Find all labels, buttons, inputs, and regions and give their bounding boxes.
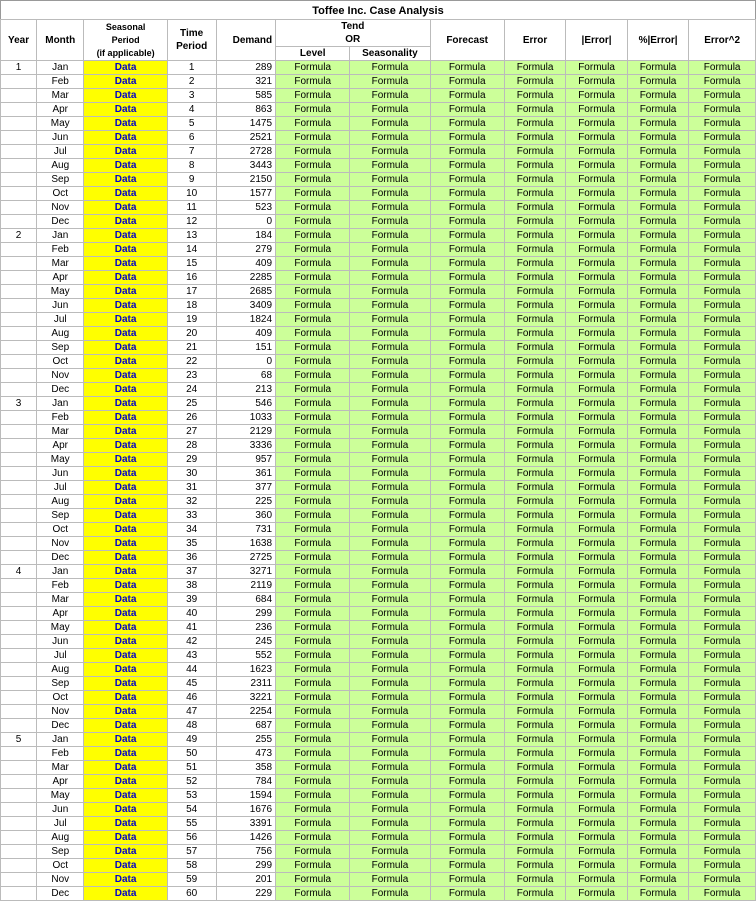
table-row: MarData3585FormulaFormulaFormulaFormulaF… bbox=[1, 89, 756, 103]
table-row: DecData120FormulaFormulaFormulaFormulaFo… bbox=[1, 215, 756, 229]
header-pcterror: %|Error| bbox=[627, 20, 688, 61]
table-row: DecData24213FormulaFormulaFormulaFormula… bbox=[1, 383, 756, 397]
table-row: JulData191824FormulaFormulaFormulaFormul… bbox=[1, 313, 756, 327]
table-row: FebData2321FormulaFormulaFormulaFormulaF… bbox=[1, 75, 756, 89]
table-row: MayData51475FormulaFormulaFormulaFormula… bbox=[1, 117, 756, 131]
table-row: MayData531594FormulaFormulaFormulaFormul… bbox=[1, 789, 756, 803]
table-row: AugData20409FormulaFormulaFormulaFormula… bbox=[1, 327, 756, 341]
table-row: OctData220FormulaFormulaFormulaFormulaFo… bbox=[1, 355, 756, 369]
table-row: 3JanData25546FormulaFormulaFormulaFormul… bbox=[1, 397, 756, 411]
table-row: SepData452311FormulaFormulaFormulaFormul… bbox=[1, 677, 756, 691]
table-row: AugData32225FormulaFormulaFormulaFormula… bbox=[1, 495, 756, 509]
table-row: OctData101577FormulaFormulaFormulaFormul… bbox=[1, 187, 756, 201]
title: Toffee Inc. Case Analysis bbox=[0, 0, 756, 19]
table-row: OctData463221FormulaFormulaFormulaFormul… bbox=[1, 691, 756, 705]
table-row: AprData4863FormulaFormulaFormulaFormulaF… bbox=[1, 103, 756, 117]
table-row: NovData472254FormulaFormulaFormulaFormul… bbox=[1, 705, 756, 719]
table-row: AprData283336FormulaFormulaFormulaFormul… bbox=[1, 439, 756, 453]
table-row: JunData42245FormulaFormulaFormulaFormula… bbox=[1, 635, 756, 649]
table-row: AugData561426FormulaFormulaFormulaFormul… bbox=[1, 831, 756, 845]
table-row: DecData48687FormulaFormulaFormulaFormula… bbox=[1, 719, 756, 733]
table-row: FebData50473FormulaFormulaFormulaFormula… bbox=[1, 747, 756, 761]
table-row: MayData172685FormulaFormulaFormulaFormul… bbox=[1, 285, 756, 299]
header-year: Year bbox=[1, 20, 37, 61]
header-error: Error bbox=[504, 20, 565, 61]
table-row: 2JanData13184FormulaFormulaFormulaFormul… bbox=[1, 229, 756, 243]
table-row: JunData541676FormulaFormulaFormulaFormul… bbox=[1, 803, 756, 817]
table-row: 5JanData49255FormulaFormulaFormulaFormul… bbox=[1, 733, 756, 747]
table-row: MarData272129FormulaFormulaFormulaFormul… bbox=[1, 425, 756, 439]
table-row: NovData11523FormulaFormulaFormulaFormula… bbox=[1, 201, 756, 215]
header-abserror: |Error| bbox=[566, 20, 627, 61]
header-seasonality: Seasonality bbox=[350, 47, 430, 61]
table-row: OctData58299FormulaFormulaFormulaFormula… bbox=[1, 859, 756, 873]
table-row: AugData83443FormulaFormulaFormulaFormula… bbox=[1, 159, 756, 173]
table-row: JunData183409FormulaFormulaFormulaFormul… bbox=[1, 299, 756, 313]
table-row: JulData43552FormulaFormulaFormulaFormula… bbox=[1, 649, 756, 663]
table-row: DecData362725FormulaFormulaFormulaFormul… bbox=[1, 551, 756, 565]
table-row: 4JanData373271FormulaFormulaFormulaFormu… bbox=[1, 565, 756, 579]
table-row: FebData382119FormulaFormulaFormulaFormul… bbox=[1, 579, 756, 593]
header-error2: Error^2 bbox=[689, 20, 756, 61]
table-row: NovData2368FormulaFormulaFormulaFormulaF… bbox=[1, 369, 756, 383]
table-row: JulData31377FormulaFormulaFormulaFormula… bbox=[1, 481, 756, 495]
header-seasonal: SeasonalPeriod(if applicable) bbox=[84, 20, 167, 61]
table-row: MarData51358FormulaFormulaFormulaFormula… bbox=[1, 761, 756, 775]
table-row: AprData162285FormulaFormulaFormulaFormul… bbox=[1, 271, 756, 285]
table-row: JulData553391FormulaFormulaFormulaFormul… bbox=[1, 817, 756, 831]
table-row: SepData33360FormulaFormulaFormulaFormula… bbox=[1, 509, 756, 523]
table-row: AprData52784FormulaFormulaFormulaFormula… bbox=[1, 775, 756, 789]
table-row: NovData351638FormulaFormulaFormulaFormul… bbox=[1, 537, 756, 551]
header-row-1: Year Month SeasonalPeriod(if applicable)… bbox=[1, 20, 756, 47]
header-forecast: Forecast bbox=[430, 20, 504, 61]
table-row: MarData15409FormulaFormulaFormulaFormula… bbox=[1, 257, 756, 271]
header-demand: Demand bbox=[216, 20, 276, 61]
table-row: FebData14279FormulaFormulaFormulaFormula… bbox=[1, 243, 756, 257]
table-row: OctData34731FormulaFormulaFormulaFormula… bbox=[1, 523, 756, 537]
table-row: DecData60229FormulaFormulaFormulaFormula… bbox=[1, 887, 756, 901]
header-tend-or: TendOR bbox=[276, 20, 430, 47]
table-row: JulData72728FormulaFormulaFormulaFormula… bbox=[1, 145, 756, 159]
table-row: MayData41236FormulaFormulaFormulaFormula… bbox=[1, 621, 756, 635]
table-row: NovData59201FormulaFormulaFormulaFormula… bbox=[1, 873, 756, 887]
table-row: SepData57756FormulaFormulaFormulaFormula… bbox=[1, 845, 756, 859]
table-row: SepData92150FormulaFormulaFormulaFormula… bbox=[1, 173, 756, 187]
table-row: MayData29957FormulaFormulaFormulaFormula… bbox=[1, 453, 756, 467]
table-row: JunData62521FormulaFormulaFormulaFormula… bbox=[1, 131, 756, 145]
table-row: AugData441623FormulaFormulaFormulaFormul… bbox=[1, 663, 756, 677]
table-row: JunData30361FormulaFormulaFormulaFormula… bbox=[1, 467, 756, 481]
table-row: 1JanData1289FormulaFormulaFormulaFormula… bbox=[1, 61, 756, 75]
header-time: TimePeriod bbox=[167, 20, 216, 61]
header-month: Month bbox=[37, 20, 84, 61]
table-row: FebData261033FormulaFormulaFormulaFormul… bbox=[1, 411, 756, 425]
table-row: SepData21151FormulaFormulaFormulaFormula… bbox=[1, 341, 756, 355]
table-row: AprData40299FormulaFormulaFormulaFormula… bbox=[1, 607, 756, 621]
table-row: MarData39684FormulaFormulaFormulaFormula… bbox=[1, 593, 756, 607]
header-level: Level bbox=[276, 47, 350, 61]
